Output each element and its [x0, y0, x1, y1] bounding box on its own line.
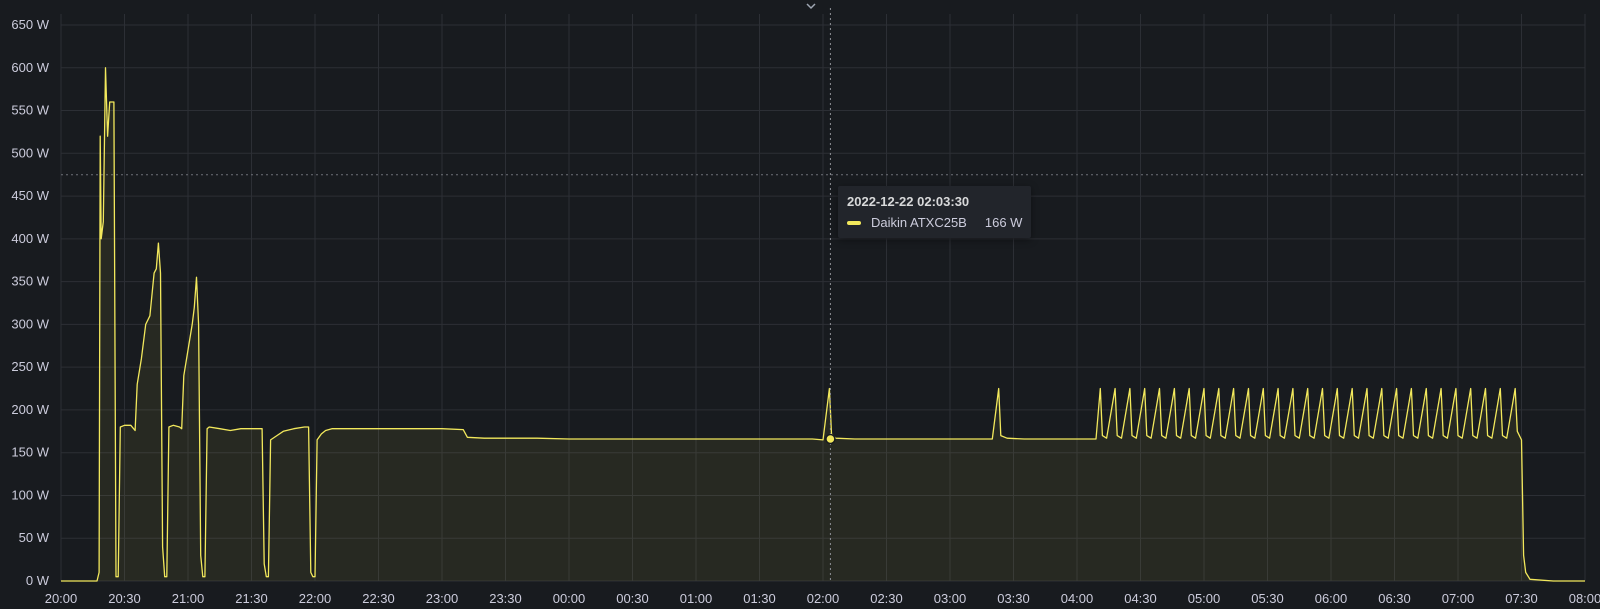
x-tick-label: 01:00 [680, 591, 713, 606]
power-chart-panel: 0 W 50 W 100 W 150 W 200 W 250 W 300 W 350 W 400… [0, 0, 1600, 609]
x-tick-label: 20:30 [108, 591, 141, 606]
x-tick-label: 23:00 [426, 591, 459, 606]
x-tick-label: 21:00 [172, 591, 205, 606]
series-color-swatch [847, 220, 861, 225]
y-tick-label: 50 W [19, 530, 50, 545]
y-tick-label: 550 W [11, 103, 49, 118]
x-tick-label: 06:30 [1378, 591, 1411, 606]
x-tick-label: 01:30 [743, 591, 776, 606]
x-tick-label: 05:30 [1251, 591, 1284, 606]
tooltip-value: 166 W [984, 215, 1023, 230]
y-tick-label: 450 W [11, 188, 49, 203]
x-tick-label: 02:30 [870, 591, 903, 606]
x-tick-label: 03:30 [997, 591, 1030, 606]
tooltip-series-name: Daikin ATXC25B [871, 215, 967, 230]
x-tick-label: 04:30 [1124, 591, 1157, 606]
y-tick-label: 0 W [26, 573, 50, 588]
x-tick-label: 07:30 [1505, 591, 1538, 606]
y-tick-label: 300 W [11, 316, 49, 331]
x-tick-label: 07:00 [1442, 591, 1475, 606]
x-tick-label: 22:00 [299, 591, 332, 606]
x-tick-label: 23:30 [489, 591, 522, 606]
y-tick-label: 500 W [11, 145, 49, 160]
x-tick-label: 04:00 [1061, 591, 1094, 606]
chevron-down-icon[interactable] [804, 0, 818, 12]
y-tick-label: 200 W [11, 402, 49, 417]
y-tick-label: 650 W [11, 17, 49, 32]
tooltip-time: 2022-12-22 02:03:30 [847, 194, 970, 209]
x-tick-label: 05:00 [1188, 591, 1221, 606]
x-tick-label: 00:30 [616, 591, 649, 606]
x-tick-label: 08:00 [1569, 591, 1600, 606]
y-tick-label: 350 W [11, 274, 49, 289]
power-chart[interactable]: 0 W 50 W 100 W 150 W 200 W 250 W 300 W 350 W 400… [0, 0, 1600, 609]
y-tick-label: 150 W [11, 445, 49, 460]
y-tick-label: 400 W [11, 231, 49, 246]
y-tick-label: 100 W [11, 487, 49, 502]
tooltip-series-row: Daikin ATXC25B 166 W [847, 215, 1022, 230]
x-tick-label: 00:00 [553, 591, 586, 606]
hover-tooltip: 2022-12-22 02:03:30 Daikin ATXC25B 166 W [838, 186, 1032, 238]
x-tick-label: 02:00 [807, 591, 840, 606]
x-tick-label: 06:00 [1315, 591, 1348, 606]
y-tick-label: 250 W [11, 359, 49, 374]
x-tick-label: 03:00 [934, 591, 967, 606]
x-tick-label: 22:30 [362, 591, 395, 606]
x-axis-ticks: 20:00 20:30 21:00 21:30 22:00 22:30 23:00 23:30… [45, 591, 1600, 606]
x-tick-label: 21:30 [235, 591, 268, 606]
y-axis-ticks: 0 W 50 W 100 W 150 W 200 W 250 W 300 W 350 W 400… [11, 17, 49, 588]
y-tick-label: 600 W [11, 60, 49, 75]
hover-point-marker [825, 433, 836, 445]
x-tick-label: 20:00 [45, 591, 78, 606]
